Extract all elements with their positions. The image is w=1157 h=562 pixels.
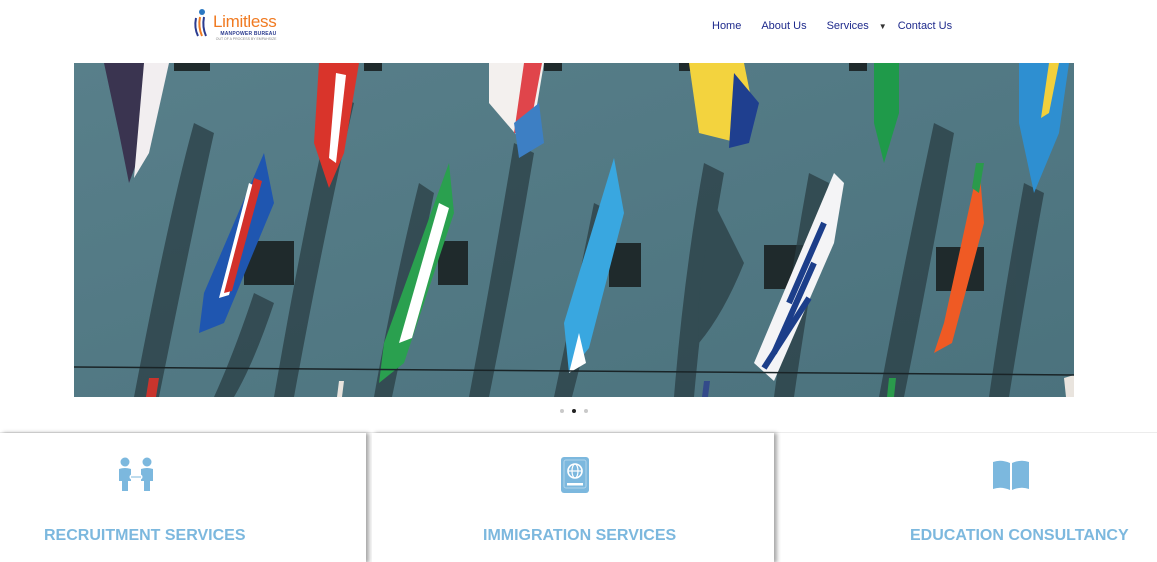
logo-name: Limitless: [213, 12, 277, 31]
slider-dot-1[interactable]: [560, 409, 564, 413]
services-dropdown-caret-icon[interactable]: ▼: [879, 22, 887, 31]
nav-home-link[interactable]: Home: [712, 20, 741, 32]
slider-pagination: [560, 409, 588, 413]
nav-about-link[interactable]: About Us: [761, 20, 806, 32]
hero-slider[interactable]: [74, 63, 1074, 397]
logo-mark-icon: [192, 8, 212, 38]
services-section: RECRUITMENT SERVICES IMMIGRATION SERVICE…: [0, 432, 1157, 562]
people-exchange-icon: [116, 455, 156, 495]
hero-image-flags-on-wall: [74, 63, 1074, 397]
nav-services-link[interactable]: Services: [827, 20, 869, 32]
service-title-education: EDUCATION CONSULTANCY: [910, 527, 1129, 544]
logo-tagline: OUT OF A PROCESS BY EMPAHSIZE: [215, 37, 277, 41]
nav-contact-link[interactable]: Contact Us: [898, 20, 952, 32]
passport-icon: [555, 455, 595, 495]
service-card-immigration[interactable]: IMMIGRATION SERVICES: [372, 433, 774, 562]
open-book-icon: [991, 455, 1031, 495]
service-title-recruitment: RECRUITMENT SERVICES: [44, 527, 246, 544]
service-title-immigration: IMMIGRATION SERVICES: [483, 527, 677, 544]
service-card-recruitment[interactable]: RECRUITMENT SERVICES: [0, 433, 366, 562]
page: Limitless MANPOWER BUREAU OUT OF A PROCE…: [0, 0, 1157, 562]
slider-dot-2[interactable]: [572, 409, 576, 413]
site-logo[interactable]: Limitless MANPOWER BUREAU OUT OF A PROCE…: [192, 8, 282, 42]
main-nav: Home About Us Services ▼ Contact Us: [712, 20, 952, 32]
slider-dot-3[interactable]: [584, 409, 588, 413]
logo-text: Limitless MANPOWER BUREAU OUT OF A PROCE…: [213, 8, 277, 42]
service-card-education[interactable]: EDUCATION CONSULTANCY: [781, 433, 1157, 562]
